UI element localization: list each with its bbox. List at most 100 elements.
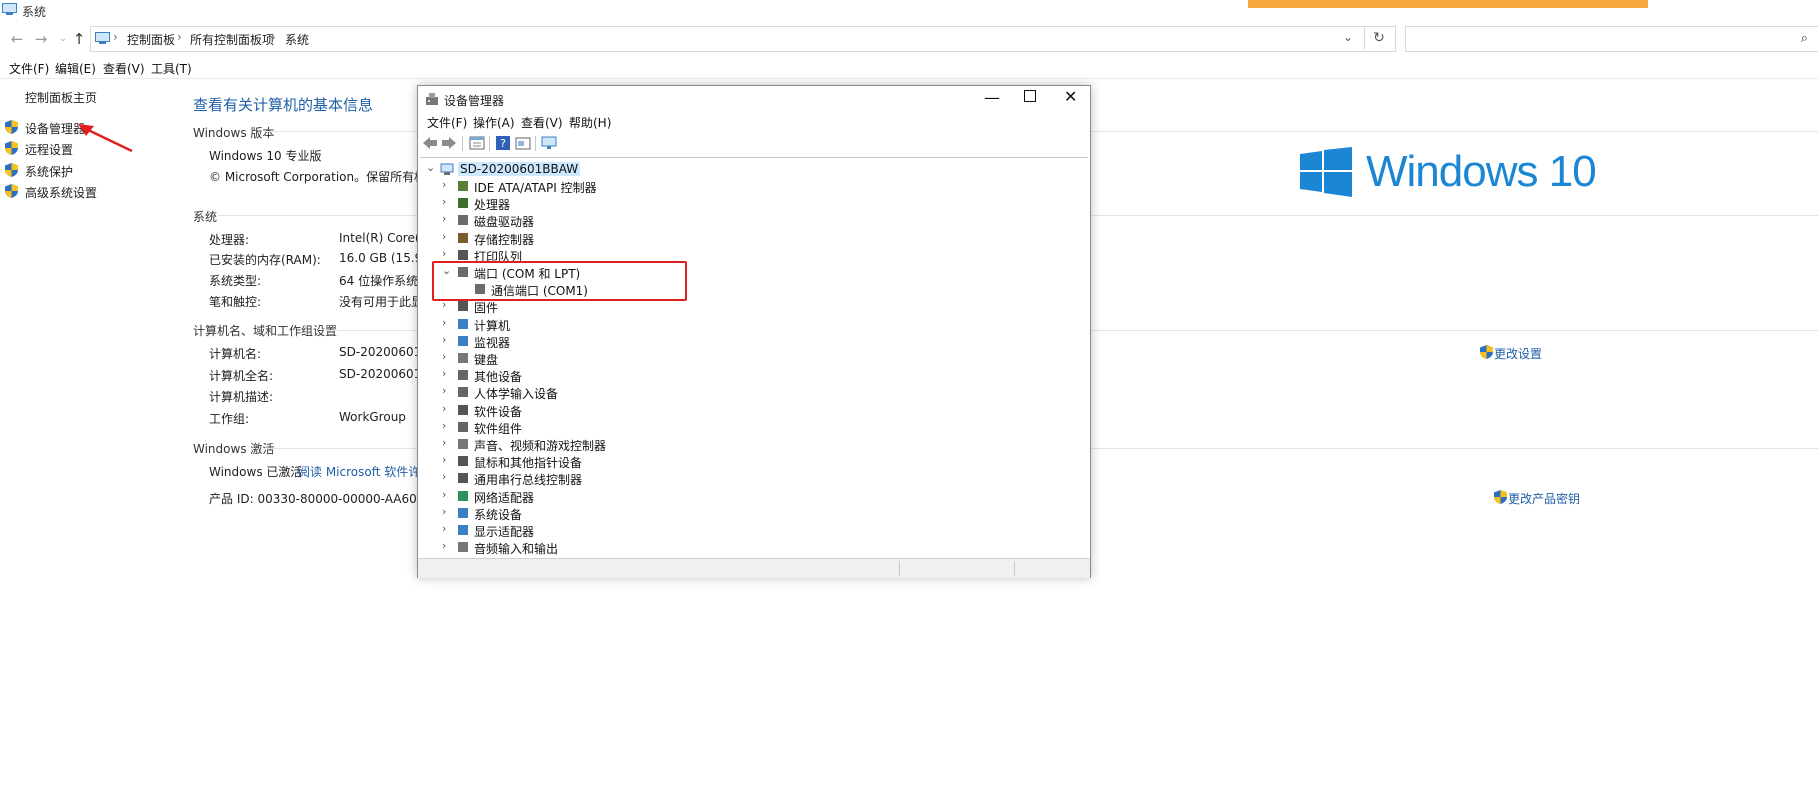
expand-chevron-icon[interactable]: › — [442, 505, 454, 518]
tree-node-label: 软件组件 — [474, 421, 523, 436]
full-name-label: 计算机全名: — [209, 369, 274, 383]
tree-node-label: 键盘 — [474, 353, 499, 367]
tree-node-label: 磁盘驱动器 — [474, 215, 535, 230]
expand-chevron-icon[interactable]: › — [442, 402, 454, 415]
device-category-icon — [458, 456, 468, 467]
expand-chevron-icon[interactable]: › — [442, 419, 454, 432]
menu-view[interactable]: 查看(V) — [103, 60, 145, 77]
computer-icon — [440, 163, 454, 175]
dm-menu-help[interactable]: 帮助(H) — [569, 114, 611, 131]
control-panel-home-link[interactable]: 控制面板主页 — [25, 89, 97, 106]
device-category-icon — [458, 370, 468, 381]
product-id: 产品 ID: 00330-80000-00000-AA603 — [209, 492, 425, 506]
tree-node-label: 显示适配器 — [474, 525, 535, 539]
system-icon — [2, 3, 17, 15]
status-divider — [899, 561, 900, 576]
dm-title: 设备管理器 — [444, 94, 505, 108]
expand-chevron-icon[interactable]: › — [442, 470, 454, 483]
collapse-chevron-icon[interactable]: ⌄ — [426, 161, 438, 174]
tree-node-label: 软件设备 — [474, 404, 523, 419]
expand-chevron-icon[interactable]: › — [442, 230, 454, 243]
expand-chevron-icon[interactable]: › — [442, 453, 454, 466]
expand-chevron-icon[interactable]: › — [442, 212, 454, 225]
menubar: 文件(F) 编辑(E) 查看(V) 工具(T) — [0, 58, 1818, 79]
expand-chevron-icon[interactable]: › — [442, 367, 454, 380]
device-category-icon — [458, 301, 468, 312]
tree-node-label: 计算机 — [474, 318, 511, 333]
change-product-key-link[interactable]: 更改产品密钥 — [1508, 490, 1580, 507]
expand-chevron-icon[interactable]: › — [442, 488, 454, 501]
forward-arrow-icon[interactable] — [441, 135, 457, 151]
breadcrumb-control-panel[interactable]: 控制面板 — [127, 31, 175, 48]
expand-chevron-icon[interactable]: › — [442, 539, 454, 552]
menu-file[interactable]: 文件(F) — [9, 60, 49, 77]
tree-node-label: 存储控制器 — [474, 232, 535, 247]
address-bar[interactable]: › 控制面板 › 所有控制面板项 › 系统 ⌄ — [90, 26, 1396, 52]
tree-node-label: 系统设备 — [474, 507, 523, 522]
expand-chevron-icon[interactable]: › — [442, 333, 454, 346]
expand-chevron-icon[interactable]: › — [442, 178, 454, 191]
background-window-strip — [1248, 0, 1648, 8]
workgroup-label: 工作组: — [209, 412, 250, 426]
menu-tools[interactable]: 工具(T) — [151, 60, 192, 77]
nav-system-protection[interactable]: 系统保护 — [25, 163, 73, 180]
properties-icon[interactable] — [469, 135, 485, 151]
expand-chevron-icon[interactable]: › — [442, 247, 454, 260]
dm-menu-view[interactable]: 查看(V) — [521, 114, 563, 131]
device-category-icon — [458, 525, 468, 535]
maximize-icon[interactable] — [1024, 90, 1036, 102]
uac-shield-icon — [5, 163, 18, 177]
device-manager-window: 设备管理器 — ✕ 文件(F) 操作(A) 查看(V) 帮助(H) ? ⌄ SD… — [417, 85, 1091, 578]
minimize-icon[interactable]: — — [984, 88, 1000, 107]
back-icon[interactable]: ← — [8, 30, 26, 48]
menu-edit[interactable]: 编辑(E) — [55, 60, 96, 77]
device-category-icon — [458, 353, 468, 363]
expand-chevron-icon[interactable]: › — [442, 436, 454, 449]
dm-menu-file[interactable]: 文件(F) — [427, 114, 467, 131]
breadcrumb-separator: › — [271, 30, 276, 44]
dm-title-bar[interactable]: 设备管理器 — ✕ — [418, 86, 1090, 112]
forward-icon[interactable]: → — [32, 30, 50, 48]
back-arrow-icon[interactable] — [422, 135, 438, 151]
workgroup-value: WorkGroup — [339, 410, 406, 424]
status-divider — [1014, 561, 1015, 576]
expand-chevron-icon[interactable]: › — [442, 316, 454, 329]
license-terms-link[interactable]: 阅读 Microsoft 软件许可 — [298, 463, 432, 480]
close-icon[interactable]: ✕ — [1064, 87, 1077, 106]
up-icon[interactable]: ↑ — [70, 30, 88, 48]
device-manager-icon — [426, 93, 438, 105]
nav-remote-settings[interactable]: 远程设置 — [25, 141, 73, 158]
breadcrumb-all-items[interactable]: 所有控制面板项 — [190, 31, 274, 48]
search-input[interactable]: ⌕ — [1405, 26, 1818, 52]
expand-chevron-icon[interactable]: › — [442, 384, 454, 397]
device-category-icon — [458, 387, 468, 398]
highlight-box — [432, 261, 687, 301]
tree-node-label: 其他设备 — [474, 370, 523, 385]
computer-name-label: 计算机名: — [209, 347, 262, 361]
device-category-icon — [458, 507, 468, 518]
dm-menu-action[interactable]: 操作(A) — [473, 114, 515, 131]
windows-logo-text: Windows 10 — [1366, 147, 1597, 196]
section-windows-edition: Windows 版本 — [193, 126, 275, 140]
search-icon[interactable]: ⌕ — [1801, 31, 1808, 46]
uac-shield-icon — [1494, 490, 1507, 504]
device-category-icon — [458, 215, 468, 226]
description-label: 计算机描述: — [209, 390, 274, 404]
section-computer-name: 计算机名、域和工作组设置 — [193, 324, 338, 338]
address-dropdown-icon[interactable]: ⌄ — [1343, 30, 1353, 44]
breadcrumb-system[interactable]: 系统 — [285, 31, 309, 48]
annotation-arrow-icon — [78, 124, 133, 153]
refresh-icon[interactable]: ↻ — [1364, 26, 1393, 50]
expand-chevron-icon[interactable]: › — [442, 350, 454, 363]
expand-chevron-icon[interactable]: › — [442, 195, 454, 208]
tree-node-label: 音频输入和输出 — [474, 542, 559, 556]
breadcrumb-separator: › — [113, 30, 118, 44]
help-icon[interactable]: ? — [495, 135, 511, 151]
tree-node-label: 鼠标和其他指针设备 — [474, 456, 583, 471]
expand-chevron-icon[interactable]: › — [442, 522, 454, 535]
nav-advanced-settings[interactable]: 高级系统设置 — [25, 184, 97, 201]
device-tree: ⌄ SD-20200601BBAW › IDE ATA/ATAPI 控制器 › 处理器… — [420, 157, 1088, 556]
change-settings-link[interactable]: 更改设置 — [1494, 345, 1542, 362]
scan-hardware-icon[interactable] — [541, 135, 557, 151]
update-driver-icon[interactable] — [515, 135, 531, 151]
